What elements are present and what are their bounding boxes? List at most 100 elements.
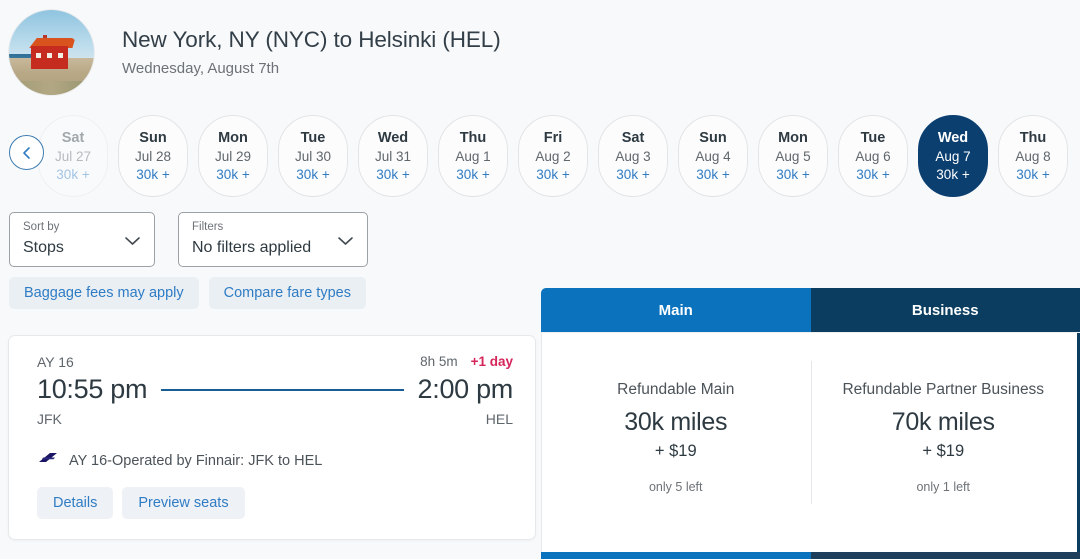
fare-footer-business — [810, 552, 1080, 559]
tab-business[interactable]: Business — [810, 288, 1080, 332]
fare-seats-left: only 1 left — [916, 480, 970, 494]
date-pill-price: 30k + — [696, 167, 730, 182]
date-pill-dow: Wed — [377, 130, 409, 146]
arrive-time: 2:00 pm — [417, 374, 514, 404]
fare-tabs: Main Business — [541, 288, 1080, 332]
date-pill-day: Jul 29 — [214, 149, 252, 164]
date-pill-dow: Sun — [699, 130, 727, 146]
date-pill-day: Aug 5 — [775, 149, 811, 164]
date-pill-day: Aug 8 — [1015, 149, 1051, 164]
day-offset-badge: +1 day — [470, 354, 513, 369]
depart-time: 10:55 pm — [37, 374, 148, 404]
fare-cash: + $19 — [922, 442, 965, 460]
results-area: AY 16 8h 5m +1 day 10:55 pm 2:00 pm JFK … — [0, 288, 1080, 559]
filters-label: Filters — [192, 221, 224, 233]
date-pill-price: 30k + — [536, 167, 570, 182]
sort-by-value: Stops — [23, 238, 64, 256]
date-pill-dow: Tue — [860, 130, 886, 146]
fare-panel: Main Business Refundable Main 30k miles … — [541, 288, 1080, 559]
operated-by-text: AY 16-Operated by Finnair: JFK to HEL — [69, 452, 323, 469]
date-pill-day: Jul 27 — [54, 149, 92, 164]
depart-airport-code: JFK — [37, 411, 62, 427]
preview-seats-button[interactable]: Preview seats — [122, 487, 245, 519]
chevron-down-icon — [124, 233, 141, 251]
date-pill-dow: Wed — [937, 130, 969, 146]
date-pill-dow: Mon — [778, 130, 808, 146]
date-pill-dow: Sat — [61, 130, 85, 146]
carousel-prev-button[interactable] — [9, 135, 44, 170]
filter-controls: Sort by Stops Filters No filters applied — [0, 208, 1080, 267]
date-pill-day: Jul 30 — [294, 149, 332, 164]
fare-cash: + $19 — [654, 442, 697, 460]
filters-select[interactable]: Filters No filters applied — [178, 212, 368, 267]
date-pill-list: Sat Jul 27 30k + Sun Jul 28 30k + Mon Jul 29 30k… — [8, 115, 1068, 197]
date-pill-day: Aug 4 — [695, 149, 731, 164]
date-pill-price: 30k + — [136, 167, 170, 182]
date-pill-price: 30k + — [376, 167, 410, 182]
fare-options: Refundable Main 30k miles + $19 only 5 l… — [541, 332, 1080, 559]
route-date: Wednesday, August 7th — [122, 60, 280, 77]
page-header: New York, NY (NYC) to Helsinki (HEL) Wed… — [0, 0, 1080, 104]
date-pill-day: Aug 7 — [935, 149, 971, 164]
chevron-down-icon — [337, 233, 354, 251]
date-pill-price: 30k + — [216, 167, 250, 182]
fare-footer-main — [541, 552, 811, 559]
date-pill[interactable]: Tue Aug 6 30k + — [838, 115, 908, 197]
filters-value: No filters applied — [192, 238, 312, 256]
date-pill-day: Aug 1 — [455, 149, 491, 164]
fare-name: Refundable Partner Business — [842, 381, 1045, 398]
flight-card[interactable]: AY 16 8h 5m +1 day 10:55 pm 2:00 pm JFK … — [8, 335, 536, 540]
date-pill-price: 30k + — [296, 167, 330, 182]
date-pill-price: 30k + — [56, 167, 90, 182]
fare-miles: 70k miles — [891, 408, 995, 436]
date-pill[interactable]: Thu Aug 1 30k + — [438, 115, 508, 197]
details-button[interactable]: Details — [37, 487, 114, 519]
date-pill[interactable]: Wed Jul 31 30k + — [358, 115, 428, 197]
date-pill[interactable]: Thu Aug 8 30k + — [998, 115, 1068, 197]
date-pill-dow: Thu — [1019, 130, 1047, 146]
date-pill-day: Jul 31 — [374, 149, 412, 164]
fare-name: Refundable Main — [617, 381, 735, 398]
date-pill[interactable]: Sat Aug 3 30k + — [598, 115, 668, 197]
date-pill-dow: Fri — [543, 130, 563, 146]
page-title: New York, NY (NYC) to Helsinki (HEL) — [122, 27, 501, 52]
chevron-left-icon — [21, 146, 32, 160]
date-pill-price: 30k + — [856, 167, 890, 182]
date-pill[interactable]: Sun Aug 4 30k + — [678, 115, 748, 197]
date-pill[interactable]: Mon Jul 29 30k + — [198, 115, 268, 197]
date-pill-day: Aug 2 — [535, 149, 571, 164]
fare-seats-left: only 5 left — [648, 480, 703, 494]
date-pill-price: 30k + — [776, 167, 810, 182]
date-pill[interactable]: Fri Aug 2 30k + — [518, 115, 588, 197]
sort-by-label: Sort by — [23, 221, 60, 233]
date-pill-price: 30k + — [1016, 167, 1050, 182]
arrive-airport-code: HEL — [485, 411, 513, 427]
date-pill-day: Jul 28 — [134, 149, 172, 164]
date-pill-day: Aug 3 — [615, 149, 651, 164]
sort-by-select[interactable]: Sort by Stops — [9, 212, 155, 267]
date-pill-dow: Thu — [459, 130, 487, 146]
fare-footer-bar — [541, 552, 1080, 559]
avatar — [9, 10, 94, 95]
date-pill-dow: Mon — [218, 130, 248, 146]
tab-main[interactable]: Main — [541, 288, 811, 332]
date-pill-dow: Sat — [621, 130, 645, 146]
flight-duration: 8h 5m — [420, 354, 458, 369]
date-pill[interactable]: Mon Aug 5 30k + — [758, 115, 828, 197]
date-pill-price: 30k + — [936, 167, 970, 182]
date-pill-price: 30k + — [616, 167, 650, 182]
fare-option-business[interactable]: Refundable Partner Business 70k miles + … — [810, 333, 1080, 559]
fare-option-main[interactable]: Refundable Main 30k miles + $19 only 5 l… — [542, 333, 810, 559]
date-pill[interactable]: Wed Aug 7 30k + — [918, 115, 988, 197]
date-pill-price: 30k + — [456, 167, 490, 182]
route-line — [161, 388, 404, 391]
date-pill-day: Aug 6 — [855, 149, 891, 164]
date-pill[interactable]: Tue Jul 30 30k + — [278, 115, 348, 197]
finnair-logo-icon — [37, 451, 59, 470]
date-pill-dow: Sun — [139, 130, 167, 146]
date-pill-dow: Tue — [300, 130, 326, 146]
date-carousel: Sat Jul 27 30k + Sun Jul 28 30k + Mon Jul 29 30k… — [0, 104, 1080, 208]
fare-miles: 30k miles — [624, 408, 728, 436]
date-pill[interactable]: Sat Jul 27 30k + — [38, 115, 108, 197]
date-pill[interactable]: Sun Jul 28 30k + — [118, 115, 188, 197]
